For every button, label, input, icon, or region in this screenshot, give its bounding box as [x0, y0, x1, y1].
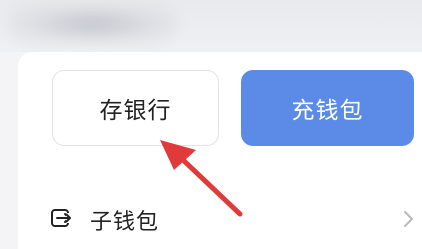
deposit-to-bank-button[interactable]: 存银行 [52, 70, 219, 146]
sub-wallet-row[interactable]: 子钱包 [18, 190, 422, 249]
charge-wallet-button[interactable]: 充钱包 [241, 70, 414, 146]
wallet-export-icon [51, 209, 72, 227]
sub-wallet-label: 子钱包 [90, 210, 160, 235]
blurred-content [8, 4, 178, 44]
chevron-right-icon [404, 211, 413, 227]
blurred-header-area [0, 0, 422, 52]
